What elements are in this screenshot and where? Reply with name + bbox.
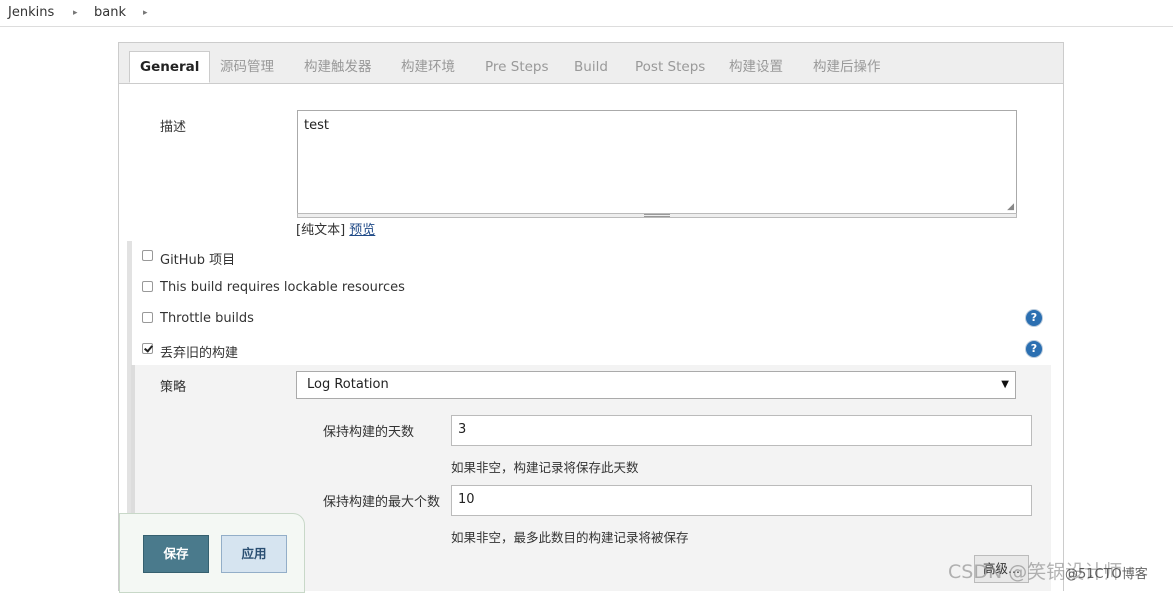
days-to-keep-hint: 如果非空，构建记录将保存此天数 bbox=[451, 460, 639, 475]
discard-old-builds-label: 丢弃旧的构建 bbox=[160, 346, 239, 361]
throttle-builds-label: Throttle builds bbox=[160, 311, 254, 326]
max-builds-input[interactable]: 10 bbox=[451, 485, 1032, 516]
resize-handle-icon[interactable]: ◢ bbox=[1007, 202, 1014, 212]
plain-text-label: [纯文本] bbox=[296, 223, 346, 238]
tab-build-triggers[interactable]: 构建触发器 bbox=[304, 51, 372, 83]
max-builds-label: 保持构建的最大个数 bbox=[323, 495, 441, 510]
dropdown-arrow-icon: ▼ bbox=[1001, 379, 1009, 390]
grip-lines-icon bbox=[644, 214, 670, 217]
lockable-resources-checkbox[interactable] bbox=[142, 281, 153, 292]
github-project-label: GitHub 项目 bbox=[160, 253, 236, 268]
tab-general[interactable]: General bbox=[129, 51, 211, 83]
discard-old-builds-help-icon[interactable]: ? bbox=[1026, 341, 1042, 357]
breadcrumb-chevron-icon[interactable]: ▸ bbox=[73, 8, 78, 18]
breadcrumb-jenkins[interactable]: Jenkins bbox=[8, 5, 54, 20]
description-textarea[interactable]: test ◢ bbox=[297, 110, 1017, 214]
description-label: 描述 bbox=[160, 120, 187, 135]
save-button[interactable]: 保存 bbox=[143, 535, 209, 573]
description-format: [纯文本] 预览 bbox=[296, 219, 375, 238]
tab-source-code[interactable]: 源码管理 bbox=[220, 51, 274, 83]
days-to-keep-label: 保持构建的天数 bbox=[323, 425, 415, 440]
lockable-resources-label: This build requires lockable resources bbox=[160, 280, 405, 295]
throttle-builds-help-icon[interactable]: ? bbox=[1026, 310, 1042, 326]
tab-post-steps[interactable]: Post Steps bbox=[635, 51, 705, 83]
preview-link[interactable]: 预览 bbox=[349, 223, 375, 238]
throttle-builds-checkbox[interactable] bbox=[142, 312, 153, 323]
apply-button[interactable]: 应用 bbox=[221, 535, 287, 573]
days-to-keep-input[interactable]: 3 bbox=[451, 415, 1032, 446]
breadcrumb-bank[interactable]: bank bbox=[94, 5, 126, 20]
config-tabbar: General 源码管理 构建触发器 构建环境 Pre Steps Build … bbox=[119, 43, 1063, 84]
watermark-mark: @51CTO博客 bbox=[1065, 567, 1148, 582]
strategy-selected: Log Rotation bbox=[307, 377, 389, 392]
discard-old-builds-checkbox[interactable] bbox=[142, 343, 153, 354]
strategy-label: 策略 bbox=[160, 380, 187, 395]
tab-pre-steps[interactable]: Pre Steps bbox=[485, 51, 549, 83]
max-builds-hint: 如果非空，最多此数目的构建记录将被保存 bbox=[451, 530, 689, 545]
tab-post-build-actions[interactable]: 构建后操作 bbox=[813, 51, 881, 83]
tab-build-environment[interactable]: 构建环境 bbox=[401, 51, 455, 83]
textarea-grip[interactable] bbox=[297, 213, 1017, 218]
strategy-select[interactable]: Log Rotation ▼ bbox=[296, 371, 1016, 399]
github-project-checkbox[interactable] bbox=[142, 250, 153, 261]
tab-build[interactable]: Build bbox=[574, 51, 608, 83]
tab-build-settings[interactable]: 构建设置 bbox=[729, 51, 783, 83]
description-value: test bbox=[304, 118, 329, 133]
breadcrumb-chevron-icon[interactable]: ▸ bbox=[143, 8, 148, 18]
breadcrumb: Jenkins ▸ bank ▸ bbox=[0, 0, 1173, 27]
bottom-action-bar: 保存 应用 bbox=[119, 513, 305, 593]
config-panel: General 源码管理 构建触发器 构建环境 Pre Steps Build … bbox=[118, 42, 1064, 591]
